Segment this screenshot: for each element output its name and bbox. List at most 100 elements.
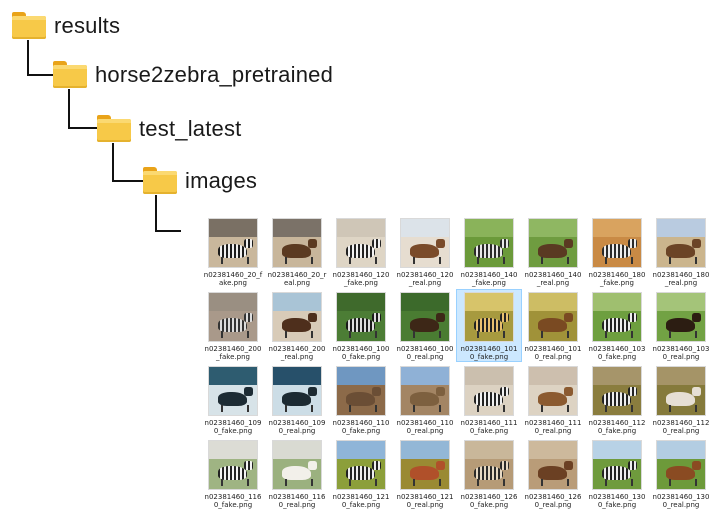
file-name-label: n02381460_1000_real.png — [396, 345, 454, 361]
image-thumbnail — [336, 366, 386, 416]
image-thumbnail — [400, 292, 450, 342]
file-item[interactable]: n02381460_1210_real.png — [393, 438, 457, 509]
file-item[interactable]: n02381460_20_real.png — [265, 216, 329, 287]
image-thumbnail — [592, 366, 642, 416]
file-item[interactable]: n02381460_1300_fake.png — [585, 438, 649, 509]
image-thumbnail — [208, 218, 258, 268]
image-thumbnail — [464, 366, 514, 416]
image-thumbnail — [208, 292, 258, 342]
folder-icon — [53, 61, 87, 88]
file-item[interactable]: n02381460_1100_real.png — [393, 364, 457, 435]
image-thumbnail — [336, 440, 386, 490]
image-thumbnail — [464, 218, 514, 268]
image-thumbnail — [336, 218, 386, 268]
image-thumbnail — [400, 218, 450, 268]
folder-test-latest[interactable]: test_latest — [97, 115, 241, 142]
folder-images[interactable]: images — [143, 167, 257, 194]
file-name-label: n02381460_140_real.png — [524, 271, 582, 287]
file-item[interactable]: n02381460_1260_fake.png — [457, 438, 521, 509]
file-name-label: n02381460_20_fake.png — [203, 271, 263, 287]
folder-results[interactable]: results — [12, 12, 120, 39]
file-item[interactable]: n02381460_1030_fake.png — [585, 290, 649, 361]
file-name-label: n02381460_1030_fake.png — [588, 345, 646, 361]
folder-icon — [143, 167, 177, 194]
file-name-label: n02381460_1120_real.png — [652, 419, 710, 435]
file-name-label: n02381460_1300_fake.png — [588, 493, 646, 509]
file-item[interactable]: n02381460_1300_real.png — [649, 438, 713, 509]
file-item[interactable]: n02381460_1030_real.png — [649, 290, 713, 361]
file-name-label: n02381460_1010_real.png — [524, 345, 582, 361]
image-thumbnail — [208, 440, 258, 490]
file-item[interactable]: n02381460_1000_fake.png — [329, 290, 393, 361]
file-item[interactable]: n02381460_1210_fake.png — [329, 438, 393, 509]
image-thumbnail — [272, 440, 322, 490]
file-name-label: n02381460_1000_fake.png — [332, 345, 390, 361]
file-item[interactable]: n02381460_1120_real.png — [649, 364, 713, 435]
image-thumbnail — [528, 440, 578, 490]
file-item[interactable]: n02381460_1010_real.png — [521, 290, 585, 361]
file-item[interactable]: n02381460_1110_fake.png — [457, 364, 521, 435]
file-name-label: n02381460_1100_real.png — [396, 419, 454, 435]
folder-label: images — [185, 167, 258, 193]
file-item[interactable]: n02381460_1260_real.png — [521, 438, 585, 509]
file-name-label: n02381460_120_fake.png — [332, 271, 390, 287]
file-item[interactable]: n02381460_1120_fake.png — [585, 364, 649, 435]
file-name-label: n02381460_1210_real.png — [396, 493, 454, 509]
image-thumbnail — [656, 366, 706, 416]
image-thumbnail — [464, 440, 514, 490]
file-name-label: n02381460_1100_fake.png — [332, 419, 390, 435]
file-name-label: n02381460_200_fake.png — [204, 345, 262, 361]
image-thumbnail — [528, 366, 578, 416]
file-item[interactable]: n02381460_180_fake.png — [585, 216, 649, 287]
file-item[interactable]: n02381460_1110_real.png — [521, 364, 585, 435]
file-name-label: n02381460_1260_real.png — [524, 493, 582, 509]
file-item[interactable]: n02381460_1090_real.png — [265, 364, 329, 435]
file-item[interactable]: n02381460_1000_real.png — [393, 290, 457, 361]
image-thumbnail — [656, 440, 706, 490]
file-item[interactable]: n02381460_200_fake.png — [201, 290, 265, 361]
file-name-label: n02381460_1010_fake.png — [460, 345, 518, 361]
file-item[interactable]: n02381460_120_fake.png — [329, 216, 393, 287]
file-item[interactable]: n02381460_140_real.png — [521, 216, 585, 287]
file-name-label: n02381460_1160_real.png — [268, 493, 326, 509]
file-item[interactable]: n02381460_20_fake.png — [201, 216, 265, 287]
file-item[interactable]: n02381460_1010_fake.png — [456, 289, 522, 362]
file-name-label: n02381460_20_real.png — [267, 271, 327, 287]
file-item[interactable]: n02381460_1160_real.png — [265, 438, 329, 509]
image-thumbnail — [656, 218, 706, 268]
image-thumbnail — [272, 218, 322, 268]
image-thumbnail — [336, 292, 386, 342]
file-item[interactable]: n02381460_1090_fake.png — [201, 364, 265, 435]
image-thumbnail — [400, 366, 450, 416]
file-name-label: n02381460_200_real.png — [268, 345, 326, 361]
folder-icon — [12, 12, 46, 39]
image-thumbnail — [528, 218, 578, 268]
file-name-label: n02381460_1110_fake.png — [460, 419, 518, 435]
image-thumbnail — [592, 292, 642, 342]
image-thumbnail — [592, 440, 642, 490]
folder-label: test_latest — [139, 115, 242, 141]
file-name-label: n02381460_1210_fake.png — [332, 493, 390, 509]
folder-label: horse2zebra_pretrained — [95, 61, 333, 87]
file-name-label: n02381460_1090_real.png — [268, 419, 326, 435]
image-thumbnail — [208, 366, 258, 416]
file-item[interactable]: n02381460_140_fake.png — [457, 216, 521, 287]
file-item[interactable]: n02381460_200_real.png — [265, 290, 329, 361]
image-thumbnail — [464, 292, 514, 342]
file-item[interactable]: n02381460_1100_fake.png — [329, 364, 393, 435]
file-name-label: n02381460_1030_real.png — [652, 345, 710, 361]
file-item[interactable]: n02381460_120_real.png — [393, 216, 457, 287]
file-item[interactable]: n02381460_180_real.png — [649, 216, 713, 287]
file-item[interactable]: n02381460_1160_fake.png — [201, 438, 265, 509]
tree-connector — [112, 143, 143, 182]
image-thumbnail — [528, 292, 578, 342]
file-name-label: n02381460_180_real.png — [652, 271, 710, 287]
tree-connector — [155, 195, 181, 232]
file-name-label: n02381460_1090_fake.png — [204, 419, 262, 435]
image-thumbnail — [400, 440, 450, 490]
file-name-label: n02381460_180_fake.png — [588, 271, 646, 287]
file-name-label: n02381460_1120_fake.png — [588, 419, 646, 435]
file-name-label: n02381460_1160_fake.png — [204, 493, 262, 509]
folder-horse2zebra-pretrained[interactable]: horse2zebra_pretrained — [53, 61, 333, 88]
image-thumbnail — [272, 366, 322, 416]
